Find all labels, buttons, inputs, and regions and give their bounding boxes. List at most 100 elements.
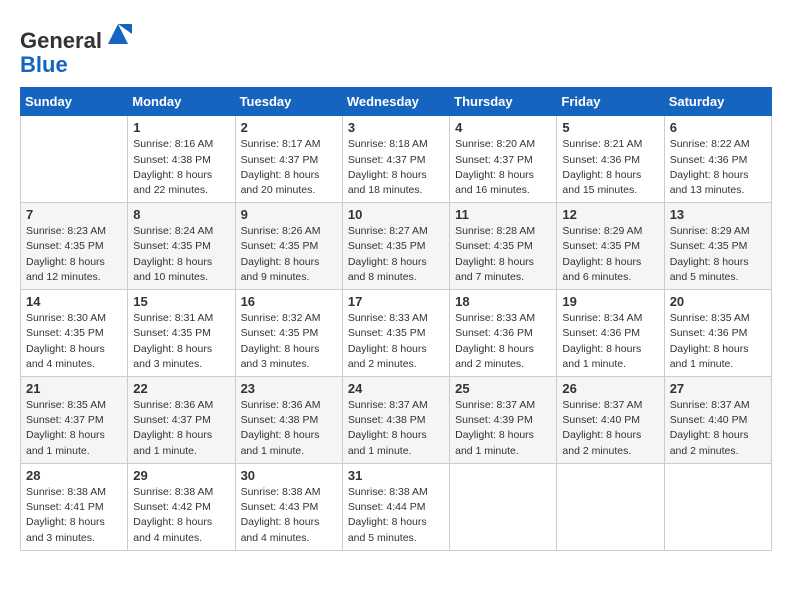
logo-general: General [20,28,102,53]
day-number: 9 [241,207,337,222]
calendar-day-cell: 2 Sunrise: 8:17 AM Sunset: 4:37 PM Daylig… [235,116,342,203]
calendar-day-cell: 20Sunrise: 8:35 AM Sunset: 4:36 PM Dayli… [664,290,771,377]
calendar-day-cell: 11 Sunrise: 8:28 AM Sunset: 4:35 PM Dayli… [450,203,557,290]
calendar-day-cell [664,463,771,550]
day-number: 27 [670,381,766,396]
calendar-day-cell: 23Sunrise: 8:36 AM Sunset: 4:38 PM Dayli… [235,377,342,464]
logo-icon [104,20,132,48]
day-info: Sunrise: 8:16 AM Sunset: 4:38 PM Dayligh… [133,137,229,198]
weekday-header-tuesday: Tuesday [235,88,342,116]
calendar-day-cell: 9 Sunrise: 8:26 AM Sunset: 4:35 PM Daylig… [235,203,342,290]
calendar-day-cell [450,463,557,550]
calendar-day-cell [557,463,664,550]
day-number: 26 [562,381,658,396]
day-number: 15 [133,294,229,309]
calendar-day-cell: 26 Sunrise: 8:37 AM Sunset: 4:40 PM Dayli… [557,377,664,464]
calendar-week-row: 1Sunrise: 8:16 AM Sunset: 4:38 PM Daylig… [21,116,772,203]
day-info: Sunrise: 8:23 AM Sunset: 4:35 PM Dayligh… [26,224,122,285]
day-info: Sunrise: 8:29 AM Sunset: 4:35 PM Dayligh… [562,224,658,285]
calendar-day-cell: 3 Sunrise: 8:18 AM Sunset: 4:37 PM Daylig… [342,116,449,203]
weekday-header-thursday: Thursday [450,88,557,116]
day-info: Sunrise: 8:33 AM Sunset: 4:36 PM Dayligh… [455,311,551,372]
calendar-day-cell: 29Sunrise: 8:38 AM Sunset: 4:42 PM Dayli… [128,463,235,550]
calendar-day-cell: 28 Sunrise: 8:38 AM Sunset: 4:41 PM Dayli… [21,463,128,550]
day-number: 25 [455,381,551,396]
calendar-day-cell: 22 Sunrise: 8:36 AM Sunset: 4:37 PM Dayli… [128,377,235,464]
day-number: 6 [670,120,766,135]
day-number: 30 [241,468,337,483]
day-number: 8 [133,207,229,222]
day-info: Sunrise: 8:37 AM Sunset: 4:40 PM Dayligh… [670,398,766,459]
day-info: Sunrise: 8:30 AM Sunset: 4:35 PM Dayligh… [26,311,122,372]
calendar-day-cell: 19 Sunrise: 8:34 AM Sunset: 4:36 PM Dayli… [557,290,664,377]
day-info: Sunrise: 8:38 AM Sunset: 4:43 PM Dayligh… [241,485,337,546]
day-info: Sunrise: 8:36 AM Sunset: 4:38 PM Dayligh… [241,398,337,459]
day-number: 10 [348,207,444,222]
day-number: 5 [562,120,658,135]
calendar-day-cell [21,116,128,203]
weekday-header-sunday: Sunday [21,88,128,116]
day-info: Sunrise: 8:37 AM Sunset: 4:40 PM Dayligh… [562,398,658,459]
day-number: 28 [26,468,122,483]
day-number: 24 [348,381,444,396]
day-number: 13 [670,207,766,222]
calendar-day-cell: 31 Sunrise: 8:38 AM Sunset: 4:44 PM Dayli… [342,463,449,550]
calendar-week-row: 7Sunrise: 8:23 AM Sunset: 4:35 PM Daylig… [21,203,772,290]
calendar-day-cell: 12 Sunrise: 8:29 AM Sunset: 4:35 PM Dayli… [557,203,664,290]
day-info: Sunrise: 8:37 AM Sunset: 4:39 PM Dayligh… [455,398,551,459]
day-number: 22 [133,381,229,396]
day-number: 3 [348,120,444,135]
day-info: Sunrise: 8:26 AM Sunset: 4:35 PM Dayligh… [241,224,337,285]
logo-blue: Blue [20,52,68,77]
day-number: 31 [348,468,444,483]
day-number: 21 [26,381,122,396]
calendar-day-cell: 8 Sunrise: 8:24 AM Sunset: 4:35 PM Daylig… [128,203,235,290]
calendar-day-cell: 27 Sunrise: 8:37 AM Sunset: 4:40 PM Dayli… [664,377,771,464]
day-number: 12 [562,207,658,222]
day-info: Sunrise: 8:38 AM Sunset: 4:44 PM Dayligh… [348,485,444,546]
calendar-day-cell: 14Sunrise: 8:30 AM Sunset: 4:35 PM Dayli… [21,290,128,377]
day-info: Sunrise: 8:38 AM Sunset: 4:41 PM Dayligh… [26,485,122,546]
calendar-week-row: 14Sunrise: 8:30 AM Sunset: 4:35 PM Dayli… [21,290,772,377]
calendar-day-cell: 17 Sunrise: 8:33 AM Sunset: 4:35 PM Dayli… [342,290,449,377]
day-info: Sunrise: 8:35 AM Sunset: 4:36 PM Dayligh… [670,311,766,372]
day-info: Sunrise: 8:35 AM Sunset: 4:37 PM Dayligh… [26,398,122,459]
day-info: Sunrise: 8:17 AM Sunset: 4:37 PM Dayligh… [241,137,337,198]
calendar-day-cell: 21 Sunrise: 8:35 AM Sunset: 4:37 PM Dayli… [21,377,128,464]
day-info: Sunrise: 8:36 AM Sunset: 4:37 PM Dayligh… [133,398,229,459]
day-info: Sunrise: 8:33 AM Sunset: 4:35 PM Dayligh… [348,311,444,372]
day-info: Sunrise: 8:24 AM Sunset: 4:35 PM Dayligh… [133,224,229,285]
day-info: Sunrise: 8:18 AM Sunset: 4:37 PM Dayligh… [348,137,444,198]
calendar-day-cell: 16 Sunrise: 8:32 AM Sunset: 4:35 PM Dayli… [235,290,342,377]
page-header: General Blue [20,20,772,77]
day-number: 4 [455,120,551,135]
day-number: 17 [348,294,444,309]
day-info: Sunrise: 8:34 AM Sunset: 4:36 PM Dayligh… [562,311,658,372]
day-info: Sunrise: 8:32 AM Sunset: 4:35 PM Dayligh… [241,311,337,372]
weekday-header-monday: Monday [128,88,235,116]
calendar-day-cell: 6 Sunrise: 8:22 AM Sunset: 4:36 PM Daylig… [664,116,771,203]
calendar-week-row: 28 Sunrise: 8:38 AM Sunset: 4:41 PM Dayli… [21,463,772,550]
day-number: 11 [455,207,551,222]
calendar-day-cell: 10Sunrise: 8:27 AM Sunset: 4:35 PM Dayli… [342,203,449,290]
logo-text: General Blue [20,20,132,77]
day-number: 19 [562,294,658,309]
day-info: Sunrise: 8:22 AM Sunset: 4:36 PM Dayligh… [670,137,766,198]
calendar-day-cell: 7Sunrise: 8:23 AM Sunset: 4:35 PM Daylig… [21,203,128,290]
day-info: Sunrise: 8:38 AM Sunset: 4:42 PM Dayligh… [133,485,229,546]
day-info: Sunrise: 8:20 AM Sunset: 4:37 PM Dayligh… [455,137,551,198]
day-number: 2 [241,120,337,135]
calendar-day-cell: 1Sunrise: 8:16 AM Sunset: 4:38 PM Daylig… [128,116,235,203]
calendar-day-cell: 24Sunrise: 8:37 AM Sunset: 4:38 PM Dayli… [342,377,449,464]
day-info: Sunrise: 8:28 AM Sunset: 4:35 PM Dayligh… [455,224,551,285]
day-number: 18 [455,294,551,309]
calendar-day-cell: 25 Sunrise: 8:37 AM Sunset: 4:39 PM Dayli… [450,377,557,464]
calendar-day-cell: 18 Sunrise: 8:33 AM Sunset: 4:36 PM Dayli… [450,290,557,377]
logo: General Blue [20,20,132,77]
calendar-day-cell: 15Sunrise: 8:31 AM Sunset: 4:35 PM Dayli… [128,290,235,377]
weekday-header-friday: Friday [557,88,664,116]
calendar-week-row: 21 Sunrise: 8:35 AM Sunset: 4:37 PM Dayli… [21,377,772,464]
calendar-day-cell: 5Sunrise: 8:21 AM Sunset: 4:36 PM Daylig… [557,116,664,203]
day-number: 16 [241,294,337,309]
weekday-header-saturday: Saturday [664,88,771,116]
